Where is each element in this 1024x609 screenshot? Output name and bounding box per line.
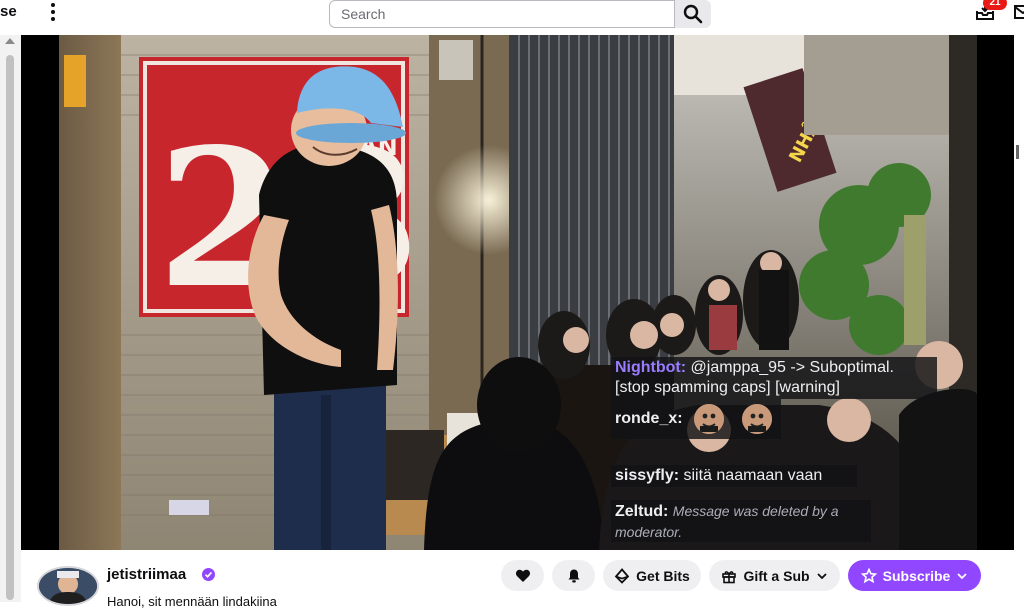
- emote-icon: [742, 404, 772, 434]
- chat-message-sissyfly: sissyfly: siitä naamaan vaan: [611, 465, 857, 487]
- chevron-down-icon: [957, 572, 967, 579]
- search-input[interactable]: [329, 0, 675, 28]
- verified-badge-icon: [202, 568, 215, 581]
- collapse-handle[interactable]: [1016, 145, 1019, 159]
- brand-text[interactable]: se: [0, 3, 17, 20]
- page-scrollbar[interactable]: [0, 35, 21, 602]
- chat-username[interactable]: Zeltud:: [615, 503, 668, 520]
- video-player[interactable]: 23 ÂNÁN LÒNGLÒNG LÒNGNỘINẠ: [21, 35, 1014, 550]
- bell-icon: [568, 569, 579, 582]
- gift-icon: [722, 570, 737, 583]
- whisper-icon[interactable]: [1013, 2, 1024, 22]
- chat-text: siitä naamaan vaan: [683, 467, 823, 484]
- chat-username[interactable]: sissyfly:: [615, 467, 679, 484]
- chat-username[interactable]: Nightbot:: [615, 359, 686, 376]
- chat-message-nightbot: Nightbot: @jamppa_95 -> Suboptimal. [sto…: [611, 357, 937, 399]
- subscribe-button[interactable]: Subscribe: [848, 560, 981, 591]
- top-nav-bar: se 21: [0, 0, 1024, 30]
- follow-button[interactable]: [501, 560, 544, 591]
- search-bar: [329, 0, 711, 28]
- chat-message-zeltud: Zeltud: Message was deleted by a moderat…: [611, 500, 871, 542]
- chat-message-ronde: ronde_x:: [611, 399, 781, 439]
- gift-sub-label: Gift a Sub: [743, 567, 810, 584]
- bits-icon: [614, 567, 630, 584]
- chat-username[interactable]: ronde_x:: [615, 410, 683, 427]
- scrollbar-thumb[interactable]: [6, 55, 14, 600]
- get-bits-button[interactable]: Get Bits: [603, 560, 701, 591]
- search-icon: [683, 4, 703, 24]
- heart-icon: [515, 569, 530, 582]
- right-edge-panel: [1014, 35, 1024, 602]
- notifications-button[interactable]: [552, 560, 595, 591]
- chevron-down-icon: [816, 572, 827, 579]
- scroll-up-arrow-icon[interactable]: [5, 38, 15, 44]
- avatar[interactable]: [37, 566, 99, 606]
- channel-name[interactable]: jetistriimaa: [107, 566, 186, 583]
- star-icon: [860, 567, 877, 583]
- gift-sub-button[interactable]: Gift a Sub: [709, 560, 840, 591]
- get-bits-label: Get Bits: [636, 567, 690, 584]
- channel-info-bar: jetistriimaa Hanoi, sit mennään lindakii…: [21, 550, 1014, 609]
- kebab-icon[interactable]: [44, 1, 62, 23]
- subscribe-label: Subscribe: [882, 567, 951, 584]
- search-button[interactable]: [675, 0, 711, 28]
- notification-badge[interactable]: 21: [983, 0, 1007, 10]
- emote-icon: [694, 404, 724, 434]
